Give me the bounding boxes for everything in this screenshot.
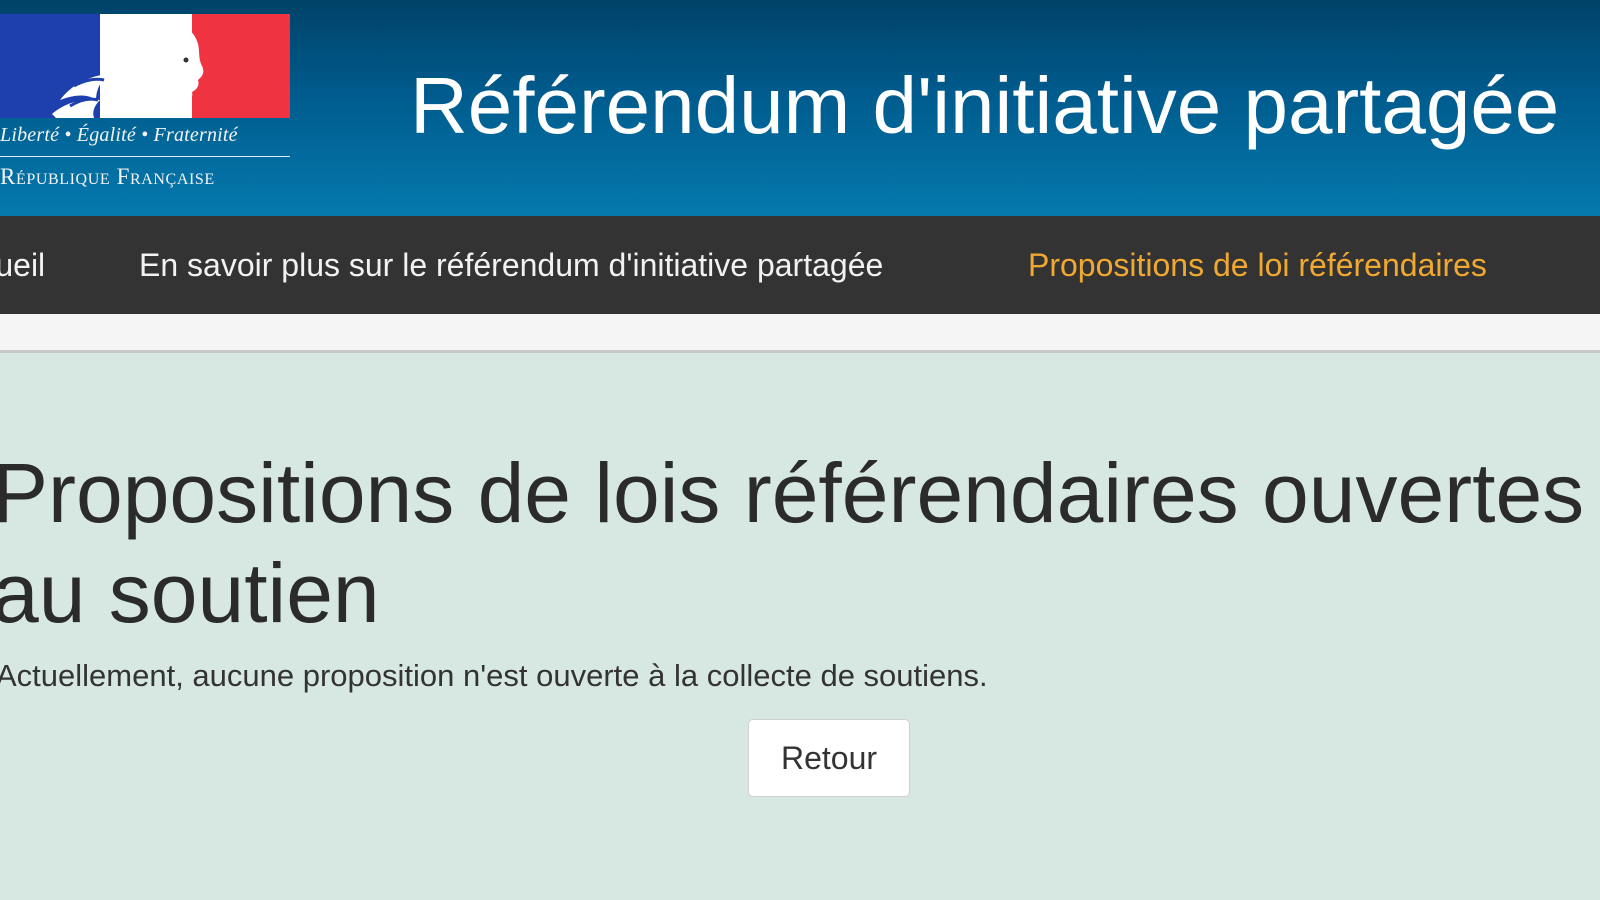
logo-divider — [0, 156, 290, 157]
republic-name: République Française — [0, 164, 215, 189]
site-title: Référendum d'initiative partagée — [410, 61, 1560, 150]
marianne-logo-icon[interactable]: Liberté • Égalité • Fraternité Républiqu… — [0, 14, 292, 194]
main-nav: Accueil En savoir plus sur le référendum… — [0, 216, 1600, 314]
status-notice: Actuellement, aucune proposition n'est o… — [0, 658, 988, 693]
flag-icon — [0, 14, 290, 118]
page-title: Propositions de lois référendaires ouver… — [0, 446, 1585, 640]
nav-item-en-savoir-plus[interactable]: En savoir plus sur le référendum d'initi… — [139, 246, 883, 284]
site-header: Liberté • Égalité • Fraternité Républiqu… — [0, 0, 1600, 216]
nav-item-propositions[interactable]: Propositions de loi référendaires — [1028, 246, 1487, 284]
back-button[interactable]: Retour — [748, 719, 910, 797]
republic-motto: Liberté • Égalité • Fraternité — [0, 124, 238, 146]
nav-item-accueil[interactable]: Accueil — [0, 246, 45, 284]
main-content: Propositions de lois référendaires ouver… — [0, 353, 1600, 900]
breadcrumb-bar — [0, 314, 1600, 353]
